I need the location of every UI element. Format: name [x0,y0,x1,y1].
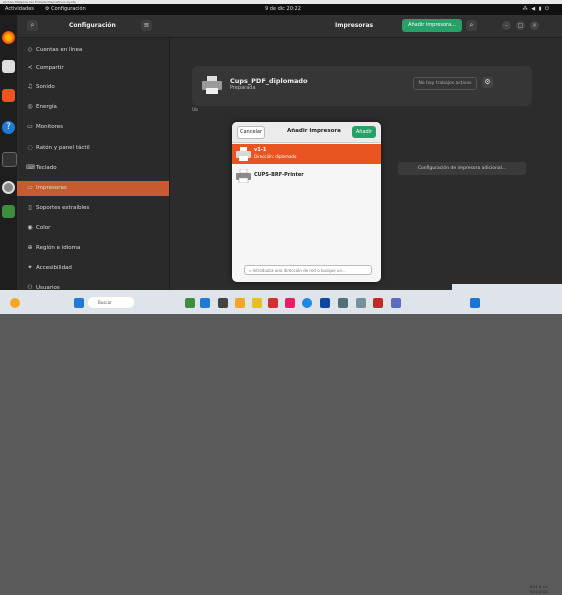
additional-printer-settings-button[interactable]: Configuración de impresora adicional... [398,162,526,175]
software-center-icon[interactable] [2,89,15,102]
sidebar-item-region-language[interactable]: ⊕ Región e idioma [17,241,169,255]
accessibility-icon: ✦ [27,264,33,271]
search-icon[interactable]: ⌕ [27,20,38,31]
thunderbird-icon[interactable] [2,60,15,73]
add-printer-dialog: Cancelar Añadir impresora Añadir v1-1 Di… [232,122,381,282]
clock[interactable]: 9 de dic 20:22 [265,6,301,12]
close-icon[interactable]: × [530,21,539,30]
online-accounts-icon: ◇ [27,46,33,53]
cancel-button[interactable]: Cancelar [237,126,265,139]
taskbar-clock[interactable]: 9:21 p. m. 9/12/2024 [530,585,548,595]
printer-name: Cups_PDF_diplomado [230,77,308,85]
app-icon[interactable] [356,298,366,308]
sidebar-item-power[interactable]: ◎ Energía [17,100,169,114]
help-icon[interactable]: ? [2,121,15,134]
printer-icon [202,76,222,94]
app-icon[interactable] [391,298,401,308]
app-icon[interactable] [373,298,383,308]
printer-card[interactable]: Cups_PDF_diplomado Preparada No hay trab… [192,66,532,106]
search-box[interactable]: Buscar [88,297,134,308]
activities-button[interactable]: Actividades [5,6,34,12]
system-tray-icons[interactable]: ⁂ ◀ ▮ ⏻ [523,6,550,12]
location-label: Ub [192,108,199,113]
sidebar-item-color[interactable]: ◉ Color [17,221,169,235]
menu-icon[interactable]: ≡ [141,20,152,31]
sidebar-item-displays[interactable]: ▭ Monitores [17,120,169,134]
windows-start-icon[interactable] [74,298,84,308]
header-bar: ⌕ Configuración ≡ Impresoras Añadir impr… [17,15,562,38]
app-icon[interactable] [320,298,330,308]
app-icon[interactable] [200,298,210,308]
color-icon: ◉ [27,224,33,231]
app-icon[interactable] [268,298,278,308]
no-jobs-button[interactable]: No hay trabajos activos [413,77,477,90]
app-icon[interactable] [218,298,228,308]
sidebar-item-sound[interactable]: ♫ Sonido [17,80,169,94]
power-icon: ◎ [27,103,33,110]
printer-icon: ▭ [27,184,33,191]
monitor-icon: ▭ [27,123,33,130]
globe-icon: ⊕ [27,244,33,251]
sidebar: ◇ Cuentas en línea ≺ Compartir ♫ Sonido ◎ En… [17,38,170,291]
printer-name: v1-1 [254,147,267,153]
list-item[interactable]: v1-1 Dirección: diplomado [232,144,381,164]
chrome-icon[interactable] [302,298,312,308]
sidebar-item-removable-media[interactable]: ▯ Soportes extraíbles [17,201,169,215]
dialog-header: Cancelar Añadir impresora Añadir [232,122,381,143]
removable-media-icon: ▯ [28,204,32,211]
minimize-icon[interactable]: – [502,21,511,30]
tray-icon[interactable] [470,298,480,308]
settings-window: ⌕ Configuración ≡ Impresoras Añadir impr… [17,15,562,291]
add-printer-button[interactable]: Añadir impresora... [402,19,462,32]
widgets-icon[interactable] [10,298,20,308]
app-icon[interactable] [338,298,348,308]
search-printers-icon[interactable]: ⌕ [466,20,477,31]
page-title: Impresoras [335,22,374,29]
list-item[interactable]: CUPS-BRF-Printer [232,166,381,186]
maximize-icon[interactable]: □ [516,21,525,30]
sidebar-item-online-accounts[interactable]: ◇ Cuentas en línea [17,43,169,57]
sound-icon: ♫ [27,83,33,90]
keyboard-icon: ⌨ [26,164,35,171]
sidebar-item-sharing[interactable]: ≺ Compartir [17,61,169,75]
app-icon[interactable] [285,298,295,308]
address-search-input[interactable]: ⌕ Introduzca una dirección de red o busq… [244,265,372,275]
sidebar-item-keyboard[interactable]: ⌨ Teclado [17,161,169,175]
mouse-icon: ◌ [27,144,33,151]
share-icon: ≺ [27,64,33,71]
printer-address: Dirección: diplomado [254,154,297,159]
sidebar-item-accessibility[interactable]: ✦ Accesibilidad [17,261,169,275]
terminal-icon[interactable] [2,152,17,167]
gear-icon[interactable]: ⚙ [482,77,493,88]
settings-icon[interactable] [2,181,15,194]
windows-taskbar: Buscar 9:21 p. m. 9/12/2024 [0,290,562,594]
printer-icon [236,169,251,183]
trash-icon[interactable] [2,205,15,218]
ubuntu-dock: ? [0,15,17,290]
sidebar-item-mouse[interactable]: ◌ Ratón y panel táctil [17,141,169,155]
app-icon[interactable] [185,298,195,308]
firefox-icon[interactable] [2,31,15,44]
gnome-top-bar: Actividades ⚙ Configuración 9 de dic 20:… [0,4,562,15]
sidebar-item-printers[interactable]: ▭ Impresoras [17,181,169,196]
printer-name: CUPS-BRF-Printer [254,172,304,178]
file-explorer-icon[interactable] [235,298,245,308]
printer-icon [236,147,251,161]
dialog-title: Añadir impresora [287,128,341,134]
printer-state: Preparada [230,85,256,91]
app-icon[interactable] [252,298,262,308]
add-button[interactable]: Añadir [352,126,376,138]
app-menu[interactable]: ⚙ Configuración [45,6,86,12]
sidebar-title: Configuración [69,22,116,29]
